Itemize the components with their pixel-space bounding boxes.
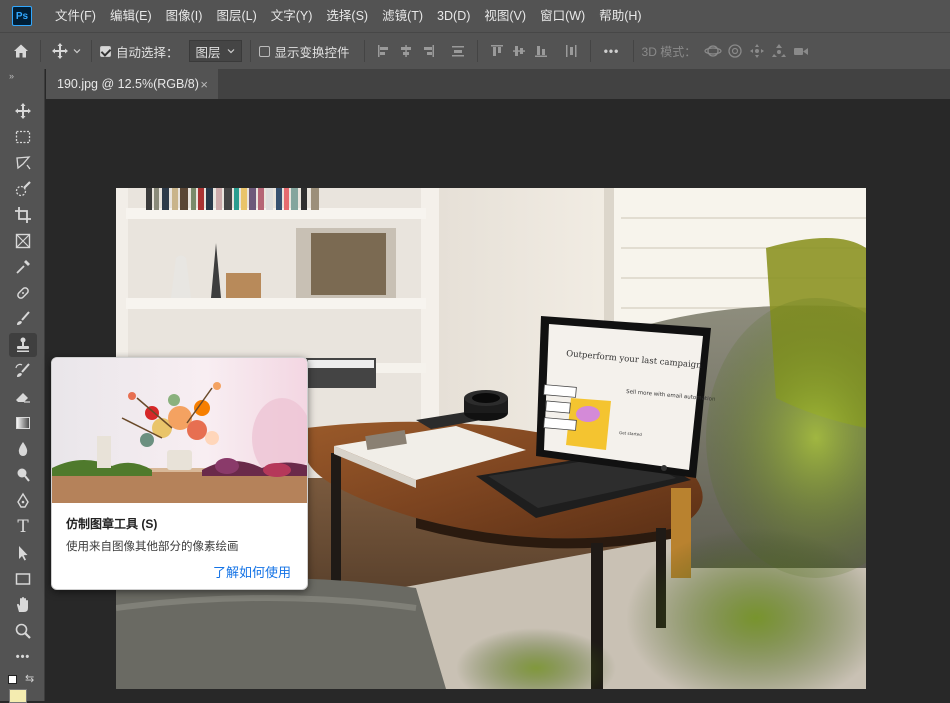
3d-pan-icon[interactable] [746,40,768,62]
tooltip-preview-image [52,358,307,503]
chevron-down-icon [227,49,234,54]
photoshop-logo: Ps [12,6,32,26]
path-selection-icon[interactable] [9,541,37,565]
move-tool-icon[interactable] [9,99,37,123]
close-icon[interactable]: × [200,77,208,92]
3d-slide-icon[interactable] [768,40,790,62]
separator [476,40,478,62]
chevron-down-icon[interactable] [71,40,83,62]
type-tool-icon[interactable]: T [9,515,37,539]
more-tools-icon[interactable]: ••• [9,645,37,669]
move-tool-preset-icon[interactable] [49,40,71,62]
align-center-horizontal-icon[interactable] [395,40,417,62]
menu-3d[interactable]: 3D(D) [430,0,477,32]
separator [91,40,92,62]
hand-icon[interactable] [9,593,37,617]
tools-panel: » T ••• ⇆ [0,69,45,703]
menu-help[interactable]: 帮助(H) [592,0,648,32]
align-left-icon[interactable] [373,40,395,62]
3d-mode-label: 3D 模式： [641,44,697,59]
home-icon[interactable] [10,40,32,62]
distribute-horizontal-icon[interactable] [560,40,582,62]
auto-select-checkbox[interactable] [100,45,111,57]
separator [589,40,591,62]
document-tab-bar: 190.jpg @ 12.5%(RGB/8) × [46,69,950,99]
clone-stamp-icon[interactable] [9,333,37,357]
align-middle-vertical-icon[interactable] [508,40,530,62]
separator [363,40,365,62]
menu-image[interactable]: 图像(I) [159,0,210,32]
swap-colors-icon[interactable]: ⇆ [25,672,34,685]
brush-icon[interactable] [9,307,37,331]
auto-select-label: 自动选择： [116,45,179,60]
learn-how-link[interactable]: 了解如何使用 [213,562,291,581]
eyedropper-icon[interactable] [9,255,37,279]
lasso-icon[interactable] [9,151,37,175]
pen-icon[interactable] [9,489,37,513]
blur-icon[interactable] [9,437,37,461]
separator [40,40,41,62]
align-bottom-icon[interactable] [530,40,552,62]
menu-window[interactable]: 窗口(W) [533,0,592,32]
3d-scale-camera-icon[interactable] [790,40,812,62]
eraser-icon[interactable] [9,385,37,409]
menu-file[interactable]: 文件(F) [48,0,103,32]
rectangle-shape-icon[interactable] [9,567,37,591]
align-right-icon[interactable] [417,40,439,62]
document-tab[interactable]: 190.jpg @ 12.5%(RGB/8) × [46,69,218,99]
tool-tooltip: 仿制图章工具 (S) 使用来自图像其他部分的像素绘画 了解如何使用 [51,357,308,590]
healing-brush-icon[interactable] [9,281,37,305]
crop-icon[interactable] [9,203,37,227]
more-options-button[interactable]: ••• [599,40,625,62]
zoom-icon[interactable] [9,619,37,643]
menu-view[interactable]: 视图(V) [477,0,533,32]
menu-select[interactable]: 选择(S) [319,0,375,32]
collapse-panel-icon[interactable]: » [9,71,14,81]
dodge-icon[interactable] [9,463,37,487]
quick-select-icon[interactable] [9,177,37,201]
frame-icon[interactable] [9,229,37,253]
tooltip-title: 仿制图章工具 (S) [66,517,158,531]
separator [632,40,634,62]
menu-bar: Ps 文件(F) 编辑(E) 图像(I) 图层(L) 文字(Y) 选择(S) 滤… [0,0,950,32]
default-colors-icon[interactable] [8,675,17,684]
3d-roll-icon[interactable] [724,40,746,62]
show-transform-label: 显示变换控件 [274,45,350,60]
menu-edit[interactable]: 编辑(E) [103,0,159,32]
document-tab-title: 190.jpg @ 12.5%(RGB/8) [57,77,199,91]
separator [249,40,251,62]
tooltip-description: 使用来自图像其他部分的像素绘画 [66,541,239,553]
options-bar: 自动选择： 图层 显示变换控件 ••• 3D 模式： [0,32,950,69]
menu-filter[interactable]: 滤镜(T) [375,0,430,32]
history-brush-icon[interactable] [9,359,37,383]
menu-type[interactable]: 文字(Y) [264,0,320,32]
auto-select-target-value: 图层 [195,45,221,60]
menu-layer[interactable]: 图层(L) [209,0,263,32]
auto-select-target-dropdown[interactable]: 图层 [188,40,242,62]
gradient-icon[interactable] [9,411,37,435]
align-top-icon[interactable] [486,40,508,62]
distribute-vertical-icon[interactable] [447,40,469,62]
rectangular-marquee-icon[interactable] [9,125,37,149]
show-transform-checkbox[interactable] [258,45,270,57]
3d-orbit-icon[interactable] [702,40,724,62]
